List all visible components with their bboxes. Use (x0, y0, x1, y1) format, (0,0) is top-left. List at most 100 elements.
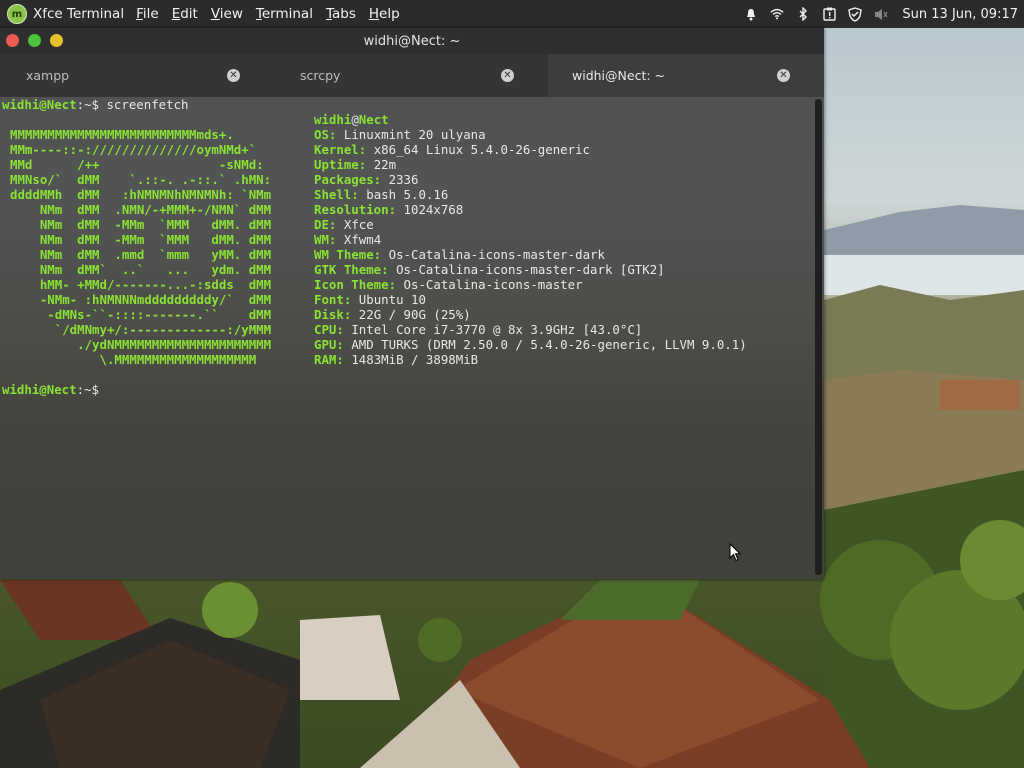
logo-line: hMM- +MMd/-------...-:sdds dMM (10, 277, 272, 292)
info-key: Font: (314, 292, 352, 307)
info-key: Resolution: (314, 202, 397, 217)
info-key: Disk: (314, 307, 352, 322)
info-key: DE: (314, 217, 337, 232)
info-value: AMD TURKS (DRM 2.50.0 / 5.4.0-26-generic… (351, 337, 747, 352)
info-value: Intel Core i7-3770 @ 8x 3.9GHz [43.0°C] (351, 322, 643, 337)
terminal-window: widhi@Nect: ~ xampp ✕ scrcpy ✕ widhi@Nec… (0, 28, 824, 579)
userhost-line: widhi@Nect (314, 112, 389, 127)
info-value: bash 5.0.16 (366, 187, 449, 202)
info-key: Packages: (314, 172, 382, 187)
logo-line: NMm dMM -MMm `MMM dMM. dMM (10, 232, 272, 247)
active-app-name: Xfce Terminal (33, 6, 125, 22)
tab-scrcpy[interactable]: scrcpy ✕ (274, 54, 548, 97)
menu-edit[interactable]: Edit (172, 6, 198, 22)
close-button[interactable] (6, 34, 19, 47)
info-key: Icon Theme: (314, 277, 397, 292)
logo-line: MMd /++ -sNMd: (10, 157, 264, 172)
tab-close-icon[interactable]: ✕ (777, 69, 790, 82)
logo-line: NMm dMM` ..` ... ydm. dMM (10, 262, 272, 277)
info-value: 1024x768 (403, 202, 464, 217)
info-key: WM: (314, 232, 337, 247)
logo-line: NMm dMM -MMm `MMM dMM. dMM (10, 217, 272, 232)
tab-xampp[interactable]: xampp ✕ (0, 54, 274, 97)
info-user: widhi (314, 112, 352, 127)
prompt-user-host: widhi@Nect (2, 97, 77, 112)
menu-view[interactable]: View (211, 6, 243, 22)
logo-line: ./ydNMMMMMMMMMMMMMMMMMMMMM (10, 337, 272, 352)
info-key: GPU: (314, 337, 344, 352)
maximize-button[interactable] (50, 34, 63, 47)
info-line: WM Theme: Os-Catalina-icons-master-dark (314, 247, 605, 262)
info-line: Uptime: 22m (314, 157, 396, 172)
shield-icon[interactable] (848, 6, 863, 22)
info-value: Xfwm4 (343, 232, 382, 247)
menu-tabs[interactable]: Tabs (326, 6, 356, 22)
logo-line: NMm dMM .mmd `mmm yMM. dMM (10, 247, 272, 262)
system-tray: Sun 13 Jun, 09:17 (738, 0, 1024, 28)
clock[interactable]: Sun 13 Jun, 09:17 (902, 7, 1018, 22)
scrollbar[interactable] (815, 99, 822, 575)
logo-line: NMm dMM .NMN/-+MMM+-/NMN` dMM (10, 202, 272, 217)
logo-line: \.MMMMMMMMMMMMMMMMMMM (10, 352, 257, 367)
window-title: widhi@Nect: ~ (363, 33, 461, 49)
bluetooth-icon[interactable] (796, 7, 810, 21)
info-value: Ubuntu 10 (358, 292, 426, 307)
tab-bar: xampp ✕ scrcpy ✕ widhi@Nect: ~ ✕ (0, 54, 824, 97)
info-value: 22m (373, 157, 397, 172)
prompt-path: :~$ (76, 382, 107, 397)
title-bar[interactable]: widhi@Nect: ~ (0, 28, 824, 54)
prompt-path: :~$ (76, 97, 107, 112)
bell-icon[interactable] (744, 7, 758, 21)
info-line: Kernel: x86_64 Linux 5.4.0-26-generic (314, 142, 590, 157)
prompt-line: widhi@Nect:~$ (2, 382, 106, 397)
logo-line: `/dMNmy+/:-------------:/yMMM (10, 322, 272, 337)
info-key: GTK Theme: (314, 262, 389, 277)
tab-close-icon[interactable]: ✕ (501, 69, 514, 82)
info-value: 2336 (388, 172, 419, 187)
logo-line: MMm----::-://////////////oymNMd+` (10, 142, 257, 157)
info-line: GTK Theme: Os-Catalina-icons-master-dark… (314, 262, 665, 277)
info-key: Kernel: (314, 142, 367, 157)
tab-close-icon[interactable]: ✕ (227, 69, 240, 82)
info-key: WM Theme: (314, 247, 382, 262)
mint-menu-icon[interactable]: m (7, 4, 27, 24)
info-line: WM: Xfwm4 (314, 232, 381, 247)
info-key: OS: (314, 127, 337, 142)
wifi-icon[interactable] (770, 7, 785, 21)
info-key: Uptime: (314, 157, 367, 172)
minimize-button[interactable] (28, 34, 41, 47)
info-line: Resolution: 1024x768 (314, 202, 463, 217)
top-panel: m Xfce Terminal File Edit View Terminal … (0, 0, 1024, 28)
info-value: Os-Catalina-icons-master (403, 277, 583, 292)
logo-line: MMNso/` dMM `.::-. .-::.` .hMN: (10, 172, 272, 187)
info-at: @ (351, 112, 359, 127)
info-line: Icon Theme: Os-Catalina-icons-master (314, 277, 583, 292)
info-key: CPU: (314, 322, 344, 337)
info-value: 22G / 90G (25%) (358, 307, 471, 322)
info-value: Os-Catalina-icons-master-dark (388, 247, 605, 262)
info-value: Linuxmint 20 ulyana (343, 127, 486, 142)
menu-terminal[interactable]: Terminal (256, 6, 313, 22)
info-host: Nect (358, 112, 389, 127)
terminal-output[interactable]: widhi@Nect:~$ screenfetch MMMMMMMMMMMMMM… (0, 97, 812, 579)
clipboard-icon[interactable] (822, 7, 836, 21)
tab-widhi-nect[interactable]: widhi@Nect: ~ ✕ (548, 54, 824, 97)
menu-file[interactable]: File (136, 6, 159, 22)
info-line: GPU: AMD TURKS (DRM 2.50.0 / 5.4.0-26-ge… (314, 337, 747, 352)
info-value: x86_64 Linux 5.4.0-26-generic (373, 142, 591, 157)
info-line: DE: Xfce (314, 217, 374, 232)
command-text: screenfetch (106, 97, 189, 112)
info-line: OS: Linuxmint 20 ulyana (314, 127, 486, 142)
info-value: 1483MiB / 3898MiB (351, 352, 479, 367)
menu-help[interactable]: Help (369, 6, 400, 22)
prompt-user-host: widhi@Nect (2, 382, 77, 397)
info-line: Shell: bash 5.0.16 (314, 187, 448, 202)
logo-line: MMMMMMMMMMMMMMMMMMMMMMMMMmds+. (10, 127, 234, 142)
mouse-cursor-icon (729, 543, 741, 562)
logo-line: -dMNs-``-::::-------.`` dMM (10, 307, 272, 322)
info-line: Disk: 22G / 90G (25%) (314, 307, 471, 322)
info-line: Packages: 2336 (314, 172, 418, 187)
info-value: Os-Catalina-icons-master-dark [GTK2] (396, 262, 665, 277)
info-line: RAM: 1483MiB / 3898MiB (314, 352, 478, 367)
volume-muted-icon[interactable] (874, 7, 888, 21)
